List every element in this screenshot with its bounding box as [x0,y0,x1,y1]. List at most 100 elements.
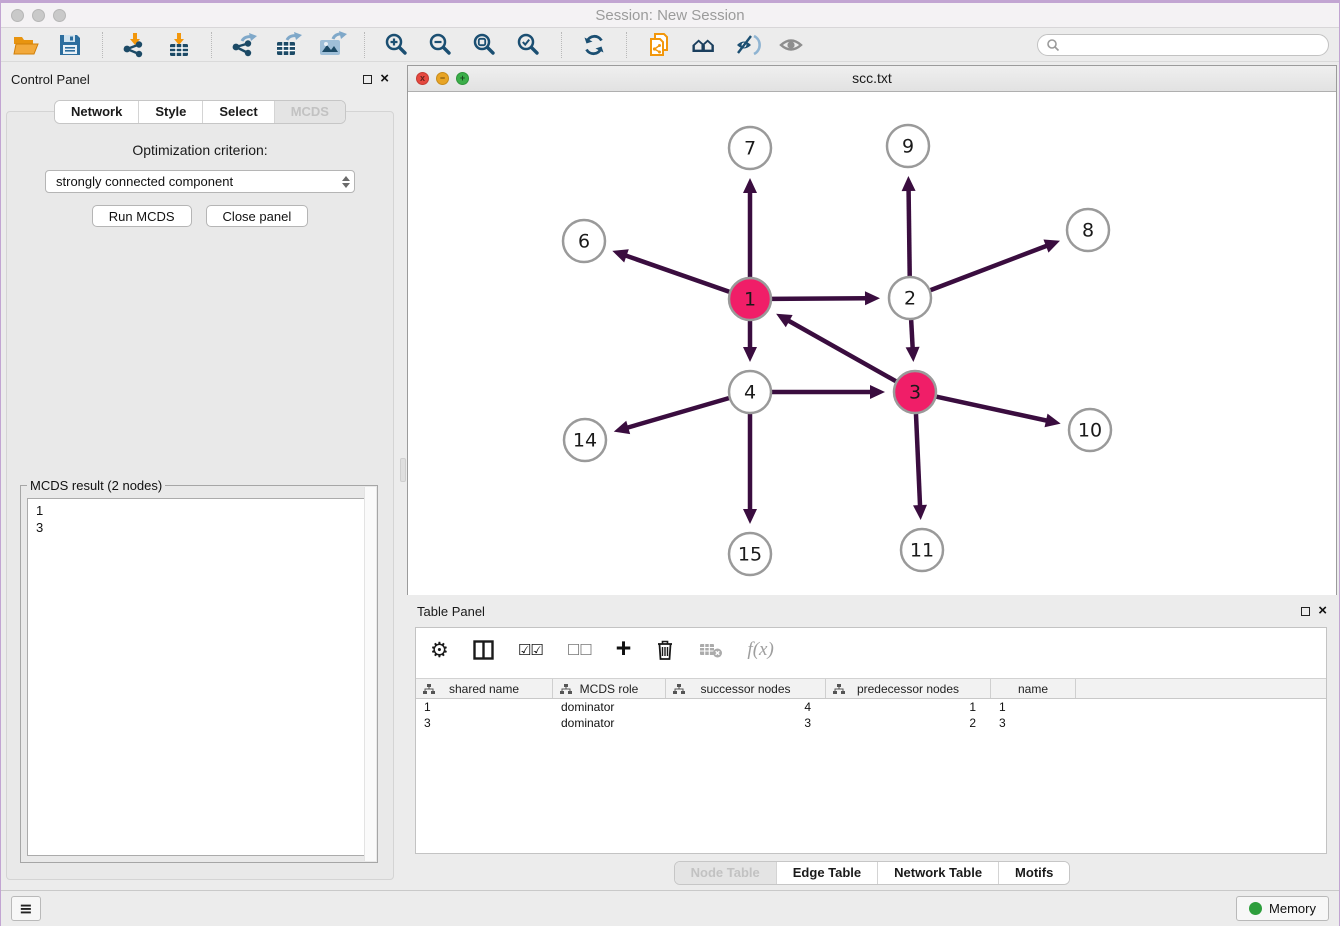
export-network-icon[interactable] [229,30,259,60]
network-close-button[interactable]: x [416,72,429,85]
select-all-icon[interactable]: ☑☑ [518,635,543,665]
tab-style[interactable]: Style [138,101,202,123]
clone-network-icon[interactable] [644,30,674,60]
mac-maximize-button[interactable] [53,9,66,22]
export-image-icon[interactable] [317,30,347,60]
mac-minimize-button[interactable] [32,9,45,22]
network-graph[interactable]: 1 2 3 4 6 7 8 9 10 11 14 15 [408,92,1336,594]
table-row[interactable]: 3 dominator 3 2 3 [416,715,1326,731]
run-mcds-button[interactable]: Run MCDS [92,205,192,227]
graph-node-11[interactable]: 11 [901,529,943,571]
column-panel-icon[interactable] [473,635,494,665]
edge-2-9[interactable] [902,176,916,276]
cell-shared-name[interactable]: 1 [416,699,553,715]
graph-node-7[interactable]: 7 [729,127,771,169]
edge-1-2[interactable] [772,291,880,305]
graph-node-14[interactable]: 14 [564,419,606,461]
edge-4-14[interactable] [614,398,729,434]
network-minimize-button[interactable]: − [436,72,449,85]
tab-edge-table[interactable]: Edge Table [776,862,877,884]
show-all-icon[interactable] [776,30,806,60]
zoom-fit-icon[interactable] [470,30,500,60]
function-builder-icon[interactable]: f(x) [747,635,773,665]
zoom-in-icon[interactable] [382,30,412,60]
edge-3-1[interactable] [776,314,896,381]
cell-predecessor-nodes[interactable]: 2 [826,715,991,731]
search-box[interactable] [1037,34,1329,56]
graph-node-3[interactable]: 3 [894,371,936,413]
column-header-successor-nodes[interactable]: successor nodes [666,679,826,698]
close-panel-button[interactable]: Close panel [206,205,309,227]
first-neighbors-icon[interactable]: ⌂⌂ [688,30,718,60]
graph-node-6[interactable]: 6 [563,220,605,262]
control-panel-float-button[interactable] [363,75,372,84]
tab-network[interactable]: Network [55,101,138,123]
export-table-icon[interactable] [273,30,303,60]
edge-1-6[interactable] [612,249,729,292]
edge-4-15[interactable] [743,414,757,524]
cell-shared-name[interactable]: 3 [416,715,553,731]
network-window-titlebar[interactable]: x − + scc.txt [408,66,1336,92]
network-canvas[interactable]: 1 2 3 4 6 7 8 9 10 11 14 15 [408,92,1336,599]
add-column-icon[interactable]: + [616,634,632,664]
cell-mcds-role[interactable]: dominator [553,715,666,731]
graph-node-2[interactable]: 2 [889,277,931,319]
task-history-button[interactable]: ≡ [11,896,41,921]
table-panel-close-button[interactable]: × [1318,605,1327,617]
table-row[interactable]: 1 dominator 4 1 1 [416,699,1326,715]
import-network-icon[interactable] [120,30,150,60]
graph-node-4[interactable]: 4 [729,371,771,413]
graph-node-8[interactable]: 8 [1067,209,1109,251]
edge-1-4[interactable] [743,321,757,362]
edge-1-7[interactable] [743,178,757,277]
column-header-predecessor-nodes[interactable]: predecessor nodes [826,679,991,698]
svg-text:6: 6 [578,231,590,253]
tab-node-table[interactable]: Node Table [675,862,776,884]
import-table-icon[interactable] [164,30,194,60]
toolbar-separator [561,32,562,58]
graph-node-1[interactable]: 1 [729,278,771,320]
column-header-name[interactable]: name [991,679,1076,698]
mac-close-button[interactable] [11,9,24,22]
hide-selected-icon[interactable] [732,30,762,60]
graph-node-15[interactable]: 15 [729,533,771,575]
search-input[interactable] [1064,38,1320,52]
table-panel-float-button[interactable] [1301,607,1310,616]
delete-table-icon[interactable] [699,635,723,665]
edge-2-3[interactable] [906,320,920,362]
divider-handle[interactable] [400,458,406,482]
cell-name[interactable]: 3 [991,715,1076,731]
edge-2-8[interactable] [931,240,1060,291]
tab-mcds[interactable]: MCDS [274,101,345,123]
cell-mcds-role[interactable]: dominator [553,699,666,715]
deselect-all-icon[interactable]: ☐☐ [567,635,592,665]
edge-3-10[interactable] [936,397,1060,428]
graph-node-10[interactable]: 10 [1069,409,1111,451]
control-panel-close-button[interactable]: × [380,73,389,85]
cell-successor-nodes[interactable]: 3 [666,715,826,731]
tab-network-table[interactable]: Network Table [877,862,998,884]
edge-4-3[interactable] [772,385,885,399]
column-header-mcds-role[interactable]: MCDS role [553,679,666,698]
control-panel-title: Control Panel [11,72,90,87]
tab-select[interactable]: Select [202,101,273,123]
network-maximize-button[interactable]: + [456,72,469,85]
delete-column-icon[interactable] [655,635,675,665]
memory-button[interactable]: Memory [1236,896,1329,921]
zoom-selected-icon[interactable] [514,30,544,60]
apply-layout-icon[interactable] [579,30,609,60]
mcds-result-scrollbar[interactable] [364,487,376,861]
table-settings-icon[interactable]: ⚙ [430,635,449,665]
criterion-select[interactable]: strongly connected component [45,170,355,193]
save-session-icon[interactable] [55,30,85,60]
edge-3-11[interactable] [913,414,927,520]
zoom-out-icon[interactable] [426,30,456,60]
graph-node-9[interactable]: 9 [887,125,929,167]
column-header-shared-name[interactable]: shared name [416,679,553,698]
cell-successor-nodes[interactable]: 4 [666,699,826,715]
open-session-icon[interactable] [11,30,41,60]
panel-divider[interactable] [399,65,407,890]
cell-name[interactable]: 1 [991,699,1076,715]
cell-predecessor-nodes[interactable]: 1 [826,699,991,715]
tab-motifs[interactable]: Motifs [998,862,1069,884]
